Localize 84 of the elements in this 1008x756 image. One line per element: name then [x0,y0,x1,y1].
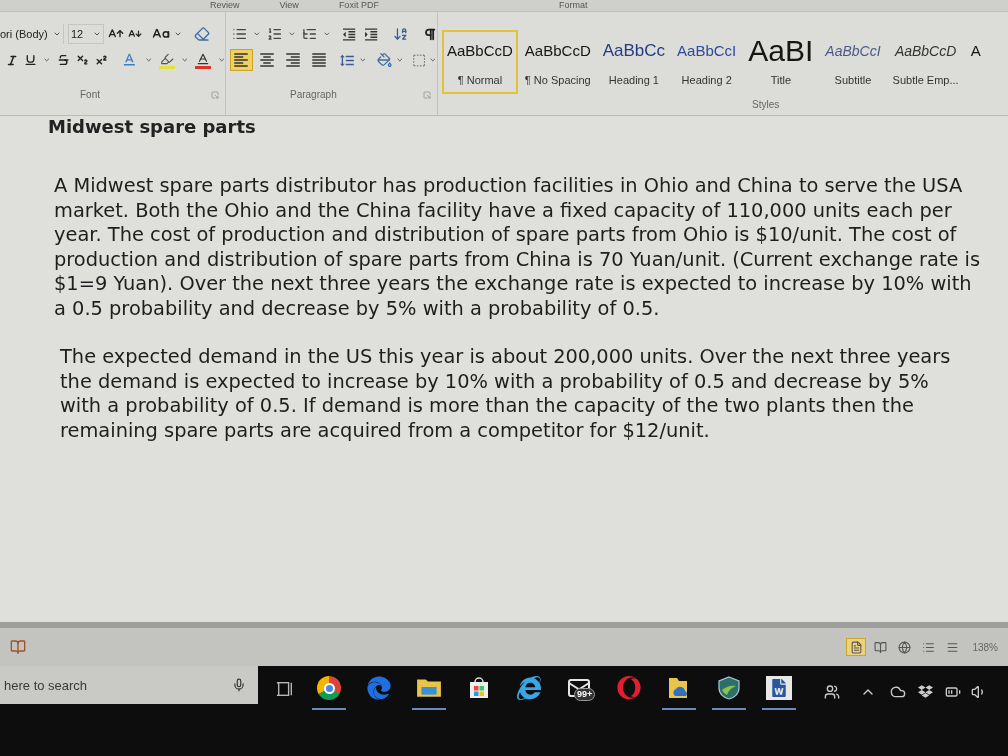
highlighter-icon[interactable] [158,51,176,69]
open-book-icon[interactable] [10,639,26,655]
subscript-icon[interactable] [75,53,89,67]
caret-icon[interactable] [174,30,182,38]
group-label: Paragraph [290,88,337,102]
document-paragraph: The expected demand in the US this year is about 200,000 units. Over the next three years the demand is expected to increase by 10% with a probability of 0.5 and decrease by 5% with a probability of 0.5. If demand is more than the capacity of the two plants then the remaining spare parts are acquired from a competitor for $12/unit. [60,345,952,443]
underline-icon[interactable] [24,53,38,67]
caret-icon[interactable] [395,56,404,64]
people-icon[interactable] [824,684,840,700]
ribbon-tab[interactable]: Foxit PDF [338,0,379,11]
pilcrow-icon[interactable] [422,26,437,42]
caret-icon[interactable] [93,30,101,38]
e-ring-logo-icon [517,676,541,700]
font-name-dropdown[interactable]: ori (Body) [0,24,64,44]
book-view-icon [873,640,887,654]
strikethrough-icon[interactable] [56,53,70,67]
align-left-icon [232,51,251,69]
notification-badge: 99+ [574,688,596,701]
ribbon-tab[interactable]: View [279,0,299,11]
font-size-dropdown[interactable]: 12 [68,24,104,44]
battery-icon[interactable] [945,684,961,700]
ribbon-tab[interactable]: Format [558,0,588,11]
caret-icon[interactable] [288,30,296,38]
style-gallery-item[interactable]: AaBbCcI Heading 2 [672,30,742,94]
caret-icon[interactable] [217,56,225,64]
align-center-icon [258,51,277,69]
paint-bucket-icon[interactable] [377,52,393,68]
dashed-square-icon[interactable] [412,52,427,68]
document-paragraph: A Midwest spare parts distributor has production facilities in Ohio and China to serve the USA market. Both the Ohio and the China facility have a fixed capacity of 110,000 units each per year. The cost of production and distribution of spare parts from Ohio is $10/unit. The cost of production and distribution of spare parts from China is 70 Yuan/unit. (Current exchange rate is $1=9 Yuan). Over the next three years the exchange rate is expected to increase by 10% with a 0.5 probability and decrease by 5% with a probability of 0.5. [54,174,982,321]
align-justify-icon [310,51,329,69]
caret-icon[interactable] [43,56,51,64]
page-view-icon [849,640,863,654]
style-gallery-item[interactable]: AaBbCcI Subtitle [820,30,886,94]
taskbar-button[interactable] [714,676,744,710]
document-heading: Midwest spare parts [48,115,256,139]
caret-icon[interactable] [253,30,261,38]
increase-indent-icon[interactable] [363,25,380,43]
style-gallery-item[interactable]: AaBbCcD ¶ Normal [442,30,518,94]
document-icon [766,676,792,700]
shopping-bag-icon [467,676,491,700]
caret-icon[interactable] [181,56,189,64]
italic-icon[interactable] [6,53,19,67]
taskbar-button[interactable] [764,676,794,710]
cloud-icon[interactable] [890,684,906,700]
multilevel-list-icon[interactable] [301,26,318,42]
taskbar-button[interactable]: 99+ [564,676,594,710]
e-logo-icon [367,676,391,700]
eraser-icon[interactable] [194,26,210,42]
group-label: Font [80,88,100,102]
caret-icon[interactable] [323,30,331,38]
view-button[interactable] [846,638,867,656]
taskbar-button[interactable] [414,676,444,710]
superscript-icon[interactable] [95,53,109,67]
search-field[interactable]: here to search [0,666,258,704]
style-gallery-item[interactable]: A [965,30,986,94]
taskbar-button[interactable] [314,676,344,710]
font-color-icon[interactable] [194,51,212,69]
tricolor-wheel-icon [317,676,341,700]
caret-icon[interactable] [429,56,437,64]
microphone-icon[interactable] [232,677,246,693]
globe-view-icon [897,640,911,654]
caret-icon[interactable] [358,56,367,64]
style-gallery-item[interactable]: AaBbCc Heading 1 [597,30,671,94]
taskbar-button[interactable] [664,676,694,710]
numbered-list-icon[interactable] [266,26,283,42]
task-view-icon[interactable] [276,680,294,698]
shield-icon [717,676,741,700]
lines-view-icon [945,640,959,654]
bullet-list-icon[interactable] [232,26,248,42]
sort-icon[interactable] [393,26,409,42]
caret-icon[interactable] [53,30,61,38]
open-box-icon[interactable] [918,684,933,699]
style-gallery-item[interactable]: AaBbCcD ¶ No Spacing [519,30,596,94]
caret-icon[interactable] [144,56,153,64]
group-label: Styles [752,98,780,112]
style-gallery-item[interactable]: AaBbCcD Subtle Emp... [887,30,964,94]
alignment-button[interactable] [230,49,253,71]
ring-logo-icon [617,676,641,700]
outline-view-icon [921,640,935,654]
ribbon-tab[interactable]: Review [210,0,240,11]
folder-icon [416,676,442,698]
align-right-icon [284,51,303,69]
decrease-indent-icon[interactable] [340,25,358,43]
style-gallery-item[interactable]: AaBI Title [743,30,819,94]
